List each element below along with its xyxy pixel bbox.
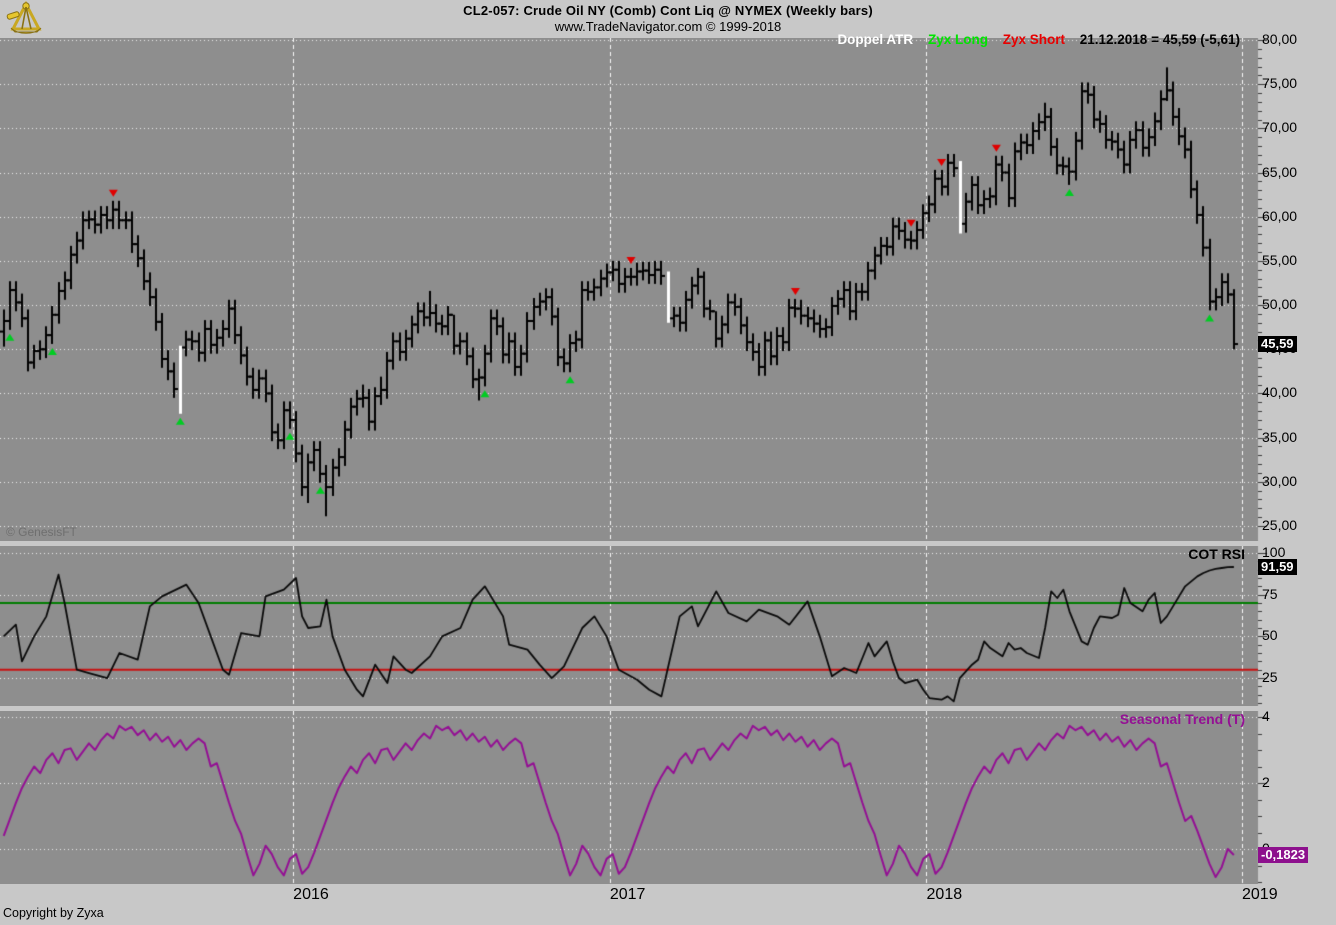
price-axis-label: 50,00 — [1262, 296, 1334, 312]
cot-rsi-chart-canvas[interactable] — [0, 546, 1336, 706]
trade-navigator-window: CL2-057: Crude Oil NY (Comb) Cont Liq @ … — [0, 0, 1336, 925]
cot-rsi-panel-label: COT RSI — [1188, 546, 1245, 562]
last-price-tag: 45,59 — [1258, 336, 1297, 352]
price-chart-canvas[interactable] — [0, 38, 1336, 541]
x-axis-year-label: 2019 — [1225, 886, 1295, 904]
legend-item-zyx-short[interactable]: Zyx Short — [1003, 32, 1065, 47]
price-axis-label: 40,00 — [1262, 384, 1334, 400]
price-axis-label: 80,00 — [1262, 31, 1334, 47]
symbol-title: CL2-057: Crude Oil NY (Comb) Cont Liq @ … — [0, 0, 1336, 18]
price-axis-label: 35,00 — [1262, 429, 1334, 445]
seasonal-value-tag: -0,1823 — [1258, 847, 1308, 863]
seasonal-trend-chart-canvas[interactable] — [0, 711, 1336, 884]
study-legend: Doppel ATR Zyx Long Zyx Short 21.12.2018… — [837, 32, 1240, 49]
legend-date-value: 21.12.2018 = 45,59 (-5,61) — [1080, 32, 1240, 47]
price-axis-label: 70,00 — [1262, 119, 1334, 135]
cot-rsi-value-tag: 91,59 — [1258, 559, 1297, 575]
seasonal-axis-label: 4 — [1262, 708, 1334, 724]
price-axis-label: 60,00 — [1262, 208, 1334, 224]
legend-item-doppel-atr[interactable]: Doppel ATR — [837, 32, 913, 47]
price-axis-label: 55,00 — [1262, 252, 1334, 268]
rsi-axis-label: 100 — [1262, 544, 1334, 560]
seasonal-trend-panel-label: Seasonal Trend (T) — [1120, 711, 1245, 727]
rsi-axis-label: 50 — [1262, 627, 1334, 643]
genesis-watermark: © GenesisFT — [6, 525, 77, 539]
copyright-text: Copyright by Zyxa — [3, 906, 104, 920]
price-axis-label: 25,00 — [1262, 517, 1334, 533]
x-axis-year-label: 2017 — [593, 886, 663, 904]
seasonal-axis-label: 2 — [1262, 774, 1334, 790]
rsi-axis-label: 75 — [1262, 586, 1334, 602]
x-axis-year-label: 2018 — [909, 886, 979, 904]
price-axis-label: 65,00 — [1262, 164, 1334, 180]
legend-item-zyx-long[interactable]: Zyx Long — [928, 32, 988, 47]
rsi-axis-label: 25 — [1262, 669, 1334, 685]
x-axis-year-label: 2016 — [276, 886, 346, 904]
genesis-sextant-logo-icon — [3, 1, 49, 37]
price-axis-label: 75,00 — [1262, 75, 1334, 91]
price-axis-label: 30,00 — [1262, 473, 1334, 489]
